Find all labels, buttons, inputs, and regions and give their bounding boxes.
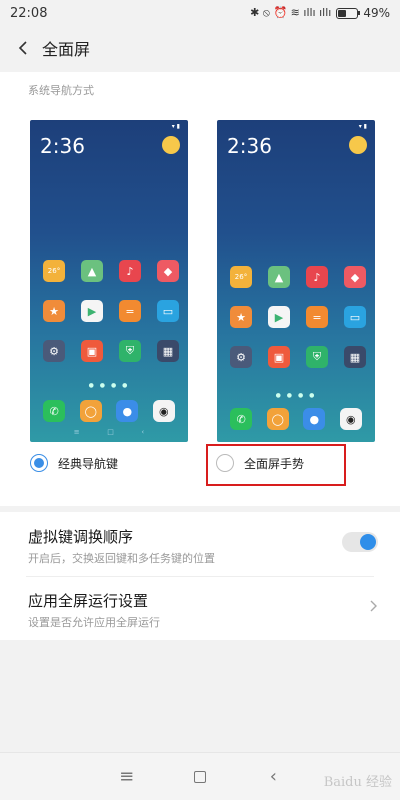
status-time: 22:08 <box>10 5 48 21</box>
preview-clock: 2:36 <box>227 134 272 158</box>
gallery-app-icon: ▲ <box>81 260 103 282</box>
gallery-app-icon: ▲ <box>268 266 290 288</box>
settings-list: 虚拟键调换顺序 开启后，交换返回键和多任务键的位置 应用全屏运行设置 设置是否允… <box>0 512 400 640</box>
menu-button[interactable]: ≡ <box>112 762 142 792</box>
swap-keys-toggle[interactable] <box>342 532 378 552</box>
play-store-app-icon: ▶ <box>81 300 103 322</box>
status-icons-text: ✱ ⦸ ⏰ ≋ ıllı ıllı <box>250 6 332 19</box>
preview-nav-keys: ≡ □ ‹ <box>73 428 145 436</box>
battery-percent: 49% <box>363 6 390 20</box>
battery-icon <box>336 7 361 19</box>
app-grid: 26° ▲ ♪ ◆ ★ ▶ = ▭ ⚙ ▣ ⛨ ▦ <box>30 260 188 362</box>
app-grid: 26° ▲ ♪ ◆ ★ ▶ = ▭ ⚙ ▣ ⛨ ▦ <box>217 266 375 368</box>
option-label: 经典导航键 <box>58 456 119 471</box>
toggle-knob <box>360 534 376 550</box>
browser-app-icon: ● <box>116 400 139 422</box>
dock: ✆ ◯ ● ◉ <box>217 408 375 430</box>
page-title: 全面屏 <box>42 40 91 59</box>
dock: ✆ ◯ ● ◉ <box>30 400 188 422</box>
camera-app-icon: ◉ <box>152 400 175 422</box>
navigation-mode-section: 系统导航方式 ▾ ▮ 2:36 26° ▲ ♪ ◆ ★ ▶ = ▭ ⚙ ▣ ⛨ … <box>0 72 400 506</box>
preview-clock: 2:36 <box>40 134 85 158</box>
settings-app-icon: ⚙ <box>230 346 252 368</box>
tools-folder-icon: ▦ <box>157 340 179 362</box>
security-app-icon: ⛨ <box>119 340 141 362</box>
play-store-app-icon: ▶ <box>268 306 290 328</box>
header: 全面屏 <box>0 26 400 70</box>
mi-store-app-icon: ▣ <box>268 346 290 368</box>
home-button[interactable] <box>185 762 215 792</box>
back-button[interactable] <box>6 26 40 70</box>
item-subtitle: 设置是否允许应用全屏运行 <box>28 616 160 629</box>
favorites-app-icon: ★ <box>230 306 252 328</box>
mi-store-app-icon: ▣ <box>81 340 103 362</box>
item-subtitle: 开启后，交换返回键和多任务键的位置 <box>28 552 215 565</box>
back-arrow-icon <box>18 41 27 55</box>
preview-classic-nav[interactable]: ▾ ▮ 2:36 26° ▲ ♪ ◆ ★ ▶ = ▭ ⚙ ▣ ⛨ ▦ ● ● ●… <box>30 120 188 442</box>
section-label: 系统导航方式 <box>28 84 94 97</box>
back-nav-button[interactable]: ‹ <box>258 762 288 792</box>
weather-app-icon: 26° <box>43 260 65 282</box>
home-icon <box>193 770 206 783</box>
phone-app-icon: ✆ <box>230 408 253 430</box>
chevron-right-icon <box>370 600 377 612</box>
tools-folder-icon: ▦ <box>344 346 366 368</box>
option-classic-nav[interactable]: 经典导航键 <box>30 454 118 472</box>
back-icon: ‹ <box>269 766 277 787</box>
list-item-fullscreen-apps[interactable]: 应用全屏运行设置 设置是否允许应用全屏运行 <box>0 576 400 640</box>
phone-app-icon: ✆ <box>43 400 66 422</box>
highlight-box <box>206 444 346 486</box>
preview-status-icons: ▾ ▮ <box>171 123 180 130</box>
weather-app-icon: 26° <box>230 266 252 288</box>
weather-icon <box>162 136 180 154</box>
theme-app-icon: ◆ <box>344 266 366 288</box>
weather-icon <box>349 136 367 154</box>
notes-app-icon: ▭ <box>157 300 179 322</box>
browser-app-icon: ● <box>303 408 326 430</box>
calculator-app-icon: = <box>119 300 141 322</box>
radio-classic-nav[interactable] <box>30 454 48 472</box>
music-app-icon: ♪ <box>306 266 328 288</box>
theme-app-icon: ◆ <box>157 260 179 282</box>
watermark: Baidu 经验 <box>323 775 392 790</box>
camera-app-icon: ◉ <box>339 408 362 430</box>
item-title: 应用全屏运行设置 <box>28 592 149 610</box>
item-title: 虚拟键调换顺序 <box>28 528 134 546</box>
settings-app-icon: ⚙ <box>43 340 65 362</box>
page-indicator: ● ● ● ● <box>275 392 317 399</box>
security-app-icon: ⛨ <box>306 346 328 368</box>
status-bar: 22:08 ✱ ⦸ ⏰ ≋ ıllı ıllı 49% <box>0 0 400 26</box>
status-icons: ✱ ⦸ ⏰ ≋ ıllı ıllı 49% <box>250 6 390 20</box>
calculator-app-icon: = <box>306 306 328 328</box>
preview-gesture-nav[interactable]: ▾ ▮ 2:36 26° ▲ ♪ ◆ ★ ▶ = ▭ ⚙ ▣ ⛨ ▦ ● ● ●… <box>217 120 375 442</box>
favorites-app-icon: ★ <box>43 300 65 322</box>
page-indicator: ● ● ● ● <box>88 382 130 389</box>
battery-fill <box>338 9 347 17</box>
menu-icon: ≡ <box>119 766 135 787</box>
messages-app-icon: ◯ <box>266 408 289 430</box>
list-item-swap-keys[interactable]: 虚拟键调换顺序 开启后，交换返回键和多任务键的位置 <box>0 512 400 576</box>
music-app-icon: ♪ <box>119 260 141 282</box>
preview-status-icons: ▾ ▮ <box>358 123 367 130</box>
notes-app-icon: ▭ <box>344 306 366 328</box>
messages-app-icon: ◯ <box>79 400 102 422</box>
